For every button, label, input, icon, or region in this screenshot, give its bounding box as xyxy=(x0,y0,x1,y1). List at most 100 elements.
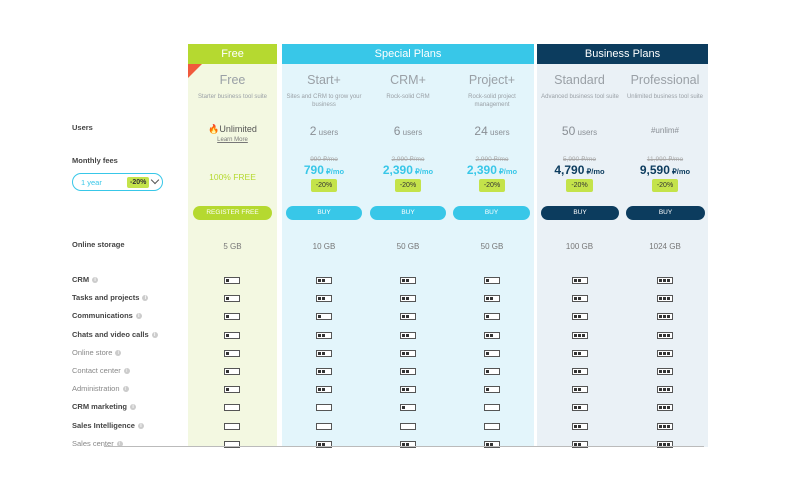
level-bar xyxy=(318,297,321,300)
level-bar xyxy=(578,388,581,391)
plan-desc-crm: Rock-solid CRM xyxy=(386,94,430,100)
register-free-button[interactable]: REGISTER FREE xyxy=(193,206,272,220)
feature-label: Sales Intelligence i xyxy=(72,421,144,430)
level-bar xyxy=(490,297,493,300)
level-bar xyxy=(322,370,325,373)
buy-start-button[interactable]: BUY xyxy=(286,206,362,220)
info-icon[interactable]: i xyxy=(151,332,158,339)
feature-level-indicator xyxy=(316,332,332,339)
level-bar xyxy=(402,388,405,391)
plan-name-free: Free xyxy=(219,73,246,87)
feature-level-indicator xyxy=(316,350,332,357)
feature-level-indicator xyxy=(400,368,416,375)
feature-label-text: Sales Intelligence xyxy=(72,421,135,430)
info-icon[interactable]: i xyxy=(123,368,130,375)
info-icon[interactable]: i xyxy=(142,295,149,302)
feature-level-indicator xyxy=(224,404,240,411)
level-bar xyxy=(402,315,405,318)
level-bar xyxy=(318,315,321,318)
level-bar xyxy=(406,279,409,282)
feature-level-indicator xyxy=(224,332,240,339)
feature-label-text: Contact center xyxy=(72,366,121,375)
feature-level-indicator xyxy=(400,313,416,320)
buy-crm-button[interactable]: BUY xyxy=(370,206,446,220)
level-bar xyxy=(663,279,666,282)
users-professional: #unlim# xyxy=(650,126,679,135)
feature-label-text: Tasks and projects xyxy=(72,293,140,302)
level-bar xyxy=(663,425,666,428)
feature-level-indicator xyxy=(224,295,240,302)
feature-level-indicator xyxy=(572,332,588,339)
plan-desc-professional: Unlimited business tool suite xyxy=(626,94,704,100)
level-bar xyxy=(659,279,662,282)
feature-label: Communications i xyxy=(72,311,142,320)
level-bar xyxy=(574,370,577,373)
level-bar xyxy=(578,297,581,300)
info-icon[interactable]: i xyxy=(122,386,129,393)
users-crm: 6 users xyxy=(393,124,423,138)
level-bar xyxy=(406,388,409,391)
info-icon[interactable]: i xyxy=(130,404,137,411)
info-icon[interactable]: i xyxy=(92,277,99,284)
level-bar xyxy=(318,388,321,391)
feature-level-indicator xyxy=(484,313,500,320)
level-bar xyxy=(486,334,489,337)
info-icon[interactable]: i xyxy=(115,350,122,357)
level-bar xyxy=(226,370,229,373)
level-bar xyxy=(226,334,229,337)
level-bar xyxy=(402,352,405,355)
level-bar xyxy=(578,406,581,409)
price-crm: 2,990 ₽/mo 2,390 ₽/mo -20% xyxy=(366,155,450,192)
price-project: 2,990 ₽/mo 2,390 ₽/mo -20% xyxy=(450,155,534,192)
learn-more-link[interactable]: Learn More xyxy=(188,137,277,143)
feature-level-indicator xyxy=(572,350,588,357)
level-bar xyxy=(663,352,666,355)
plan-name-project: Project+ xyxy=(468,73,516,87)
feature-level-indicator xyxy=(224,350,240,357)
buy-professional-button[interactable]: BUY xyxy=(626,206,705,220)
level-bar xyxy=(667,388,670,391)
level-bar xyxy=(659,334,662,337)
feature-label: Chats and video calls i xyxy=(72,330,158,339)
storage-project: 50 GB xyxy=(480,242,504,251)
storage-start: 10 GB xyxy=(312,242,336,251)
level-bar xyxy=(406,370,409,373)
level-bar xyxy=(226,388,229,391)
business-plans-header: Business Plans xyxy=(537,44,708,64)
feature-level-indicator xyxy=(400,423,416,430)
level-bar xyxy=(659,406,662,409)
feature-level-indicator xyxy=(484,295,500,302)
feature-level-indicator xyxy=(657,368,673,375)
feature-label: Online store i xyxy=(72,348,122,357)
storage-professional: 1024 GB xyxy=(649,242,681,251)
users-project: 24 users xyxy=(474,124,510,138)
feature-level-indicator xyxy=(224,423,240,430)
level-bar xyxy=(402,406,405,409)
feature-level-indicator xyxy=(657,350,673,357)
level-bar xyxy=(578,425,581,428)
level-bar xyxy=(406,297,409,300)
buy-standard-button[interactable]: BUY xyxy=(541,206,619,220)
feature-level-indicator xyxy=(224,313,240,320)
feature-level-indicator xyxy=(316,386,332,393)
level-bar xyxy=(318,370,321,373)
feature-level-indicator xyxy=(657,332,673,339)
info-icon[interactable]: i xyxy=(135,313,142,320)
level-bar xyxy=(486,388,489,391)
level-bar xyxy=(574,425,577,428)
feature-level-indicator xyxy=(657,313,673,320)
level-bar xyxy=(663,388,666,391)
users-start: 2 users xyxy=(309,124,339,138)
buy-project-button[interactable]: BUY xyxy=(453,206,530,220)
level-bar xyxy=(490,334,493,337)
period-select[interactable]: 1 year -20% xyxy=(72,173,163,191)
level-bar xyxy=(659,425,662,428)
feature-level-indicator xyxy=(316,295,332,302)
feature-label: Contact center i xyxy=(72,366,130,375)
feature-level-indicator xyxy=(657,404,673,411)
level-bar xyxy=(578,370,581,373)
level-bar xyxy=(402,297,405,300)
feature-level-indicator xyxy=(400,350,416,357)
info-icon[interactable]: i xyxy=(137,423,144,430)
level-bar xyxy=(574,279,577,282)
